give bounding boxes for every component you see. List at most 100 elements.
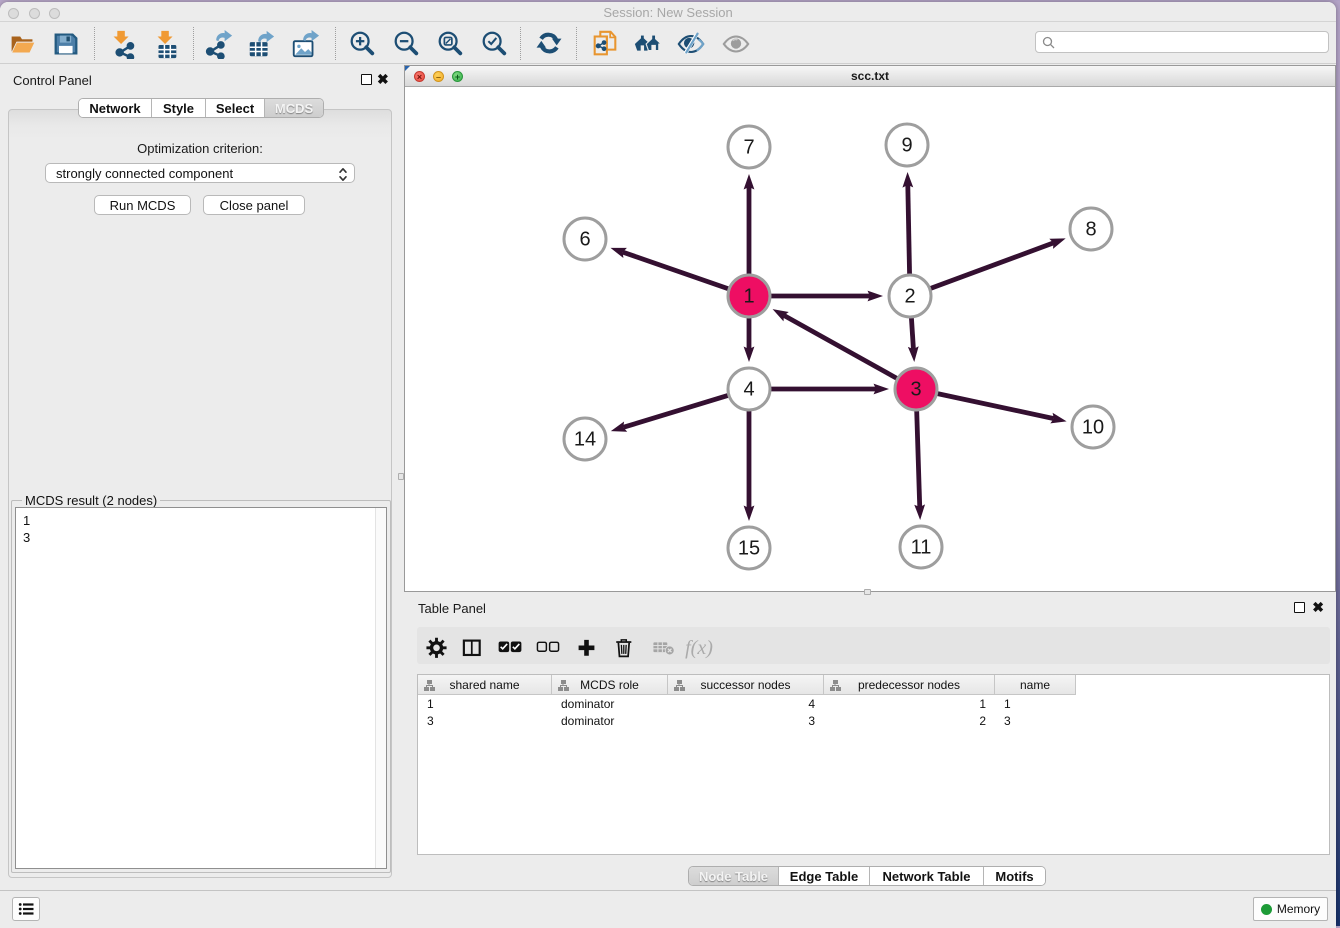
zoom-in-button[interactable] (345, 28, 379, 60)
save-session-button[interactable] (49, 28, 83, 60)
delete-button[interactable] (610, 634, 638, 662)
vertical-splitter-grip[interactable] (398, 473, 404, 480)
first-neighbors-button[interactable] (631, 28, 665, 60)
zoom-fit-button[interactable] (433, 28, 467, 60)
run-mcds-button[interactable]: Run MCDS (94, 195, 191, 215)
tab-mcds[interactable]: MCDS (265, 99, 323, 117)
svg-text:7: 7 (743, 137, 754, 159)
zoom-out-button[interactable] (389, 28, 423, 60)
window-titlebar: Session: New Session (0, 2, 1336, 22)
node-1[interactable]: 1 (728, 275, 770, 317)
column-header-shared-name[interactable]: shared name (418, 675, 552, 695)
edge-4-14[interactable] (611, 395, 728, 431)
search-box[interactable] (1035, 31, 1329, 53)
network-frame-titlebar[interactable]: × – + scc.txt (405, 66, 1335, 87)
table-panel-float-icon[interactable] (1294, 602, 1305, 613)
criterion-dropdown[interactable]: strongly connected component (45, 163, 355, 183)
memory-button[interactable]: Memory (1253, 897, 1328, 921)
tab-network[interactable]: Network (79, 99, 152, 117)
add-button[interactable] (572, 634, 600, 662)
hide-selected-button[interactable] (674, 28, 708, 60)
open-session-button[interactable] (6, 28, 40, 60)
export-table-button[interactable] (244, 28, 278, 60)
delete-table-button[interactable] (650, 634, 678, 662)
node-table[interactable]: shared nameMCDS rolesuccessor nodesprede… (417, 674, 1330, 855)
edge-2-8[interactable] (931, 238, 1066, 288)
edge-3-10[interactable] (938, 394, 1067, 424)
svg-text:6: 6 (579, 229, 590, 251)
deselect-all-button[interactable] (534, 634, 562, 662)
column-header-MCDS-role[interactable]: MCDS role (552, 675, 668, 695)
network-canvas[interactable]: 7 9 6 8 1 2 4 3 14 10 15 11 (405, 87, 1335, 591)
memory-label: Memory (1277, 902, 1320, 916)
edge-1-7[interactable] (744, 174, 755, 274)
mcds-result-title: MCDS result (2 nodes) (22, 493, 160, 508)
svg-text:10: 10 (1082, 417, 1104, 439)
control-panel-float-icon[interactable] (361, 74, 372, 85)
column-header-successor-nodes[interactable]: successor nodes (668, 675, 824, 695)
node-4[interactable]: 4 (728, 368, 770, 410)
node-6[interactable]: 6 (564, 218, 606, 260)
zoom-selected-button[interactable] (477, 28, 511, 60)
close-panel-button[interactable]: Close panel (203, 195, 305, 215)
column-type-icon (829, 679, 842, 692)
table-row[interactable]: 1dominator411 (418, 696, 1329, 713)
edge-2-9[interactable] (902, 172, 913, 274)
gear-button[interactable] (422, 634, 450, 662)
table-tab-motifs[interactable]: Motifs (984, 867, 1045, 885)
mcds-result-box[interactable]: 1 3 (15, 507, 387, 869)
column-header-name[interactable]: name (995, 675, 1076, 695)
mcds-panel: Optimization criterion: strongly connect… (8, 109, 392, 878)
edge-1-6[interactable] (611, 248, 729, 289)
import-table-button[interactable] (149, 28, 183, 60)
table-panel-close-icon[interactable]: ✖ (1312, 602, 1324, 613)
export-network-button[interactable] (202, 28, 236, 60)
import-network-button[interactable] (105, 28, 139, 60)
mcds-result-scrollbar[interactable] (375, 508, 386, 868)
refresh-button[interactable] (532, 28, 566, 60)
table-tab-edge-table[interactable]: Edge Table (779, 867, 870, 885)
node-10[interactable]: 10 (1072, 406, 1114, 448)
refresh-icon (534, 29, 564, 59)
svg-text:15: 15 (738, 538, 760, 560)
function-button[interactable]: f(x) (685, 634, 713, 662)
export-image-button[interactable] (288, 28, 322, 60)
search-icon (1042, 36, 1056, 50)
hide-selected-icon (676, 29, 706, 59)
table-tab-node-table[interactable]: Node Table (689, 867, 779, 885)
clone-network-button[interactable] (588, 28, 622, 60)
tab-style[interactable]: Style (152, 99, 206, 117)
search-input[interactable] (1060, 33, 1322, 51)
node-11[interactable]: 11 (900, 526, 942, 568)
svg-text:11: 11 (911, 537, 932, 559)
column-type-icon (673, 679, 686, 692)
node-8[interactable]: 8 (1070, 208, 1112, 250)
node-9[interactable]: 9 (886, 124, 928, 166)
node-7[interactable]: 7 (728, 126, 770, 168)
node-3[interactable]: 3 (895, 368, 937, 410)
tab-select[interactable]: Select (206, 99, 265, 117)
node-2[interactable]: 2 (889, 275, 931, 317)
edge-1-4[interactable] (744, 318, 755, 362)
edge-3-1[interactable] (773, 309, 897, 378)
table-row[interactable]: 3dominator323 (418, 713, 1329, 730)
column-type-icon (557, 679, 570, 692)
edge-2-3[interactable] (908, 318, 919, 362)
table-cell: 3 (995, 713, 1076, 730)
control-panel-close-icon[interactable]: ✖ (377, 74, 389, 85)
edge-4-3[interactable] (771, 384, 889, 395)
table-tab-network-table[interactable]: Network Table (870, 867, 984, 885)
task-history-button[interactable] (12, 897, 40, 921)
node-15[interactable]: 15 (728, 527, 770, 569)
table-cell: 4 (668, 696, 824, 713)
edge-1-2[interactable] (771, 291, 883, 302)
column-header-predecessor-nodes[interactable]: predecessor nodes (824, 675, 995, 695)
select-all-button[interactable] (496, 634, 524, 662)
edge-3-11[interactable] (914, 411, 925, 520)
edge-4-15[interactable] (744, 411, 755, 521)
columns-button[interactable] (458, 634, 486, 662)
mcds-result-group: MCDS result (2 nodes) 1 3 (11, 493, 391, 873)
horizontal-splitter-grip[interactable] (864, 589, 871, 595)
show-all-button[interactable] (719, 28, 753, 60)
node-14[interactable]: 14 (564, 418, 606, 460)
